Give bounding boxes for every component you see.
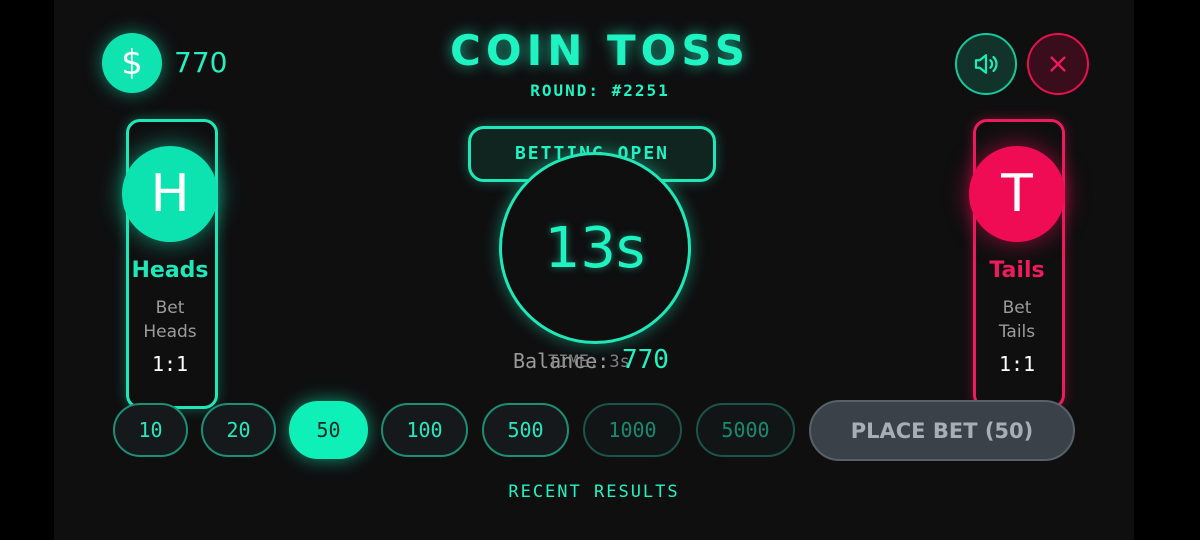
- heads-bet-line2: Heads: [143, 322, 197, 342]
- heads-label: Heads: [131, 258, 209, 283]
- tails-bet-line2: Tails: [998, 322, 1036, 342]
- tails-coin-icon: T: [969, 146, 1065, 242]
- tails-label: Tails: [989, 258, 1045, 283]
- heads-odds: 1:1: [151, 352, 189, 376]
- timer-value: 13s: [544, 215, 646, 281]
- speaker-icon: [974, 54, 998, 74]
- sound-button[interactable]: [955, 33, 1017, 95]
- recent-results-heading: RECENT RESULTS: [508, 482, 680, 502]
- chip-10[interactable]: 10: [113, 403, 188, 457]
- close-icon: [1050, 56, 1066, 72]
- heads-coin-icon: H: [122, 146, 218, 242]
- tails-odds: 1:1: [998, 352, 1036, 376]
- chip-500[interactable]: 500: [482, 403, 569, 457]
- tails-bet-line1: Bet: [1002, 298, 1032, 318]
- countdown-timer: 13s: [499, 152, 691, 344]
- tails-bet-text: Bet Tails: [947, 296, 1087, 344]
- chip-1000[interactable]: 1000: [583, 403, 682, 457]
- chip-5000[interactable]: 5000: [696, 403, 795, 457]
- place-bet-button[interactable]: PLACE BET (50): [809, 400, 1075, 461]
- chip-50[interactable]: 50: [289, 401, 368, 459]
- close-button[interactable]: [1027, 33, 1089, 95]
- round-number: ROUND: #2251: [530, 81, 670, 100]
- balance-value: 770: [622, 345, 669, 375]
- time-label: TIME: 3s: [548, 352, 630, 372]
- chip-20[interactable]: 20: [201, 403, 276, 457]
- game-title: COIN TOSS: [450, 26, 750, 75]
- heads-bet-line1: Bet: [155, 298, 185, 318]
- chip-100[interactable]: 100: [381, 403, 468, 457]
- heads-bet-text: Bet Heads: [100, 296, 240, 344]
